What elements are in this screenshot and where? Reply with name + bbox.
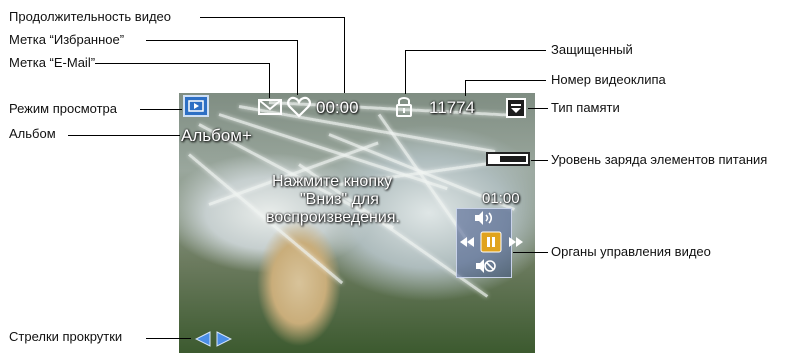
leader-line — [200, 17, 345, 18]
hint-line-1: Нажмите кнопку — [272, 173, 393, 190]
memory-card-icon — [506, 98, 526, 118]
heart-icon — [287, 96, 311, 118]
lock-icon — [396, 97, 412, 117]
leader-line — [140, 109, 182, 110]
leader-line — [344, 17, 345, 93]
battery-icon — [486, 152, 530, 166]
callout-album: Альбом — [9, 126, 56, 141]
album-name: Альбом+ — [181, 126, 252, 145]
leader-line — [405, 50, 406, 94]
callout-protected: Защищенный — [551, 42, 633, 57]
total-duration: 01:00 — [482, 190, 520, 207]
leader-line — [269, 63, 270, 98]
callout-battery-level: Уровень заряда элементов питания — [551, 152, 768, 167]
callout-scroll-arrows: Стрелки прокрутки — [9, 329, 123, 344]
callout-email-tag: Метка “E-Mail” — [9, 55, 96, 70]
leader-line — [528, 108, 548, 109]
leader-line — [95, 63, 270, 64]
callout-favorite-tag: Метка “Избранное” — [9, 32, 125, 47]
mute-icon[interactable] — [474, 258, 496, 274]
envelope-icon — [258, 99, 282, 115]
callout-clip-number: Номер видеоклипа — [551, 72, 666, 87]
leader-line — [146, 40, 298, 41]
leader-line — [297, 40, 298, 95]
elapsed-time: 00:00 — [316, 98, 359, 117]
arrow-left-icon[interactable] — [195, 331, 211, 347]
rewind-icon[interactable] — [459, 236, 475, 248]
callout-memory-type: Тип памяти — [551, 100, 620, 115]
leader-line — [513, 252, 548, 253]
callout-video-duration: Продолжительность видео — [9, 9, 172, 24]
leader-line — [68, 135, 180, 136]
leader-line — [465, 80, 466, 96]
leader-line — [531, 160, 548, 161]
hint-line-2: "Вниз" для — [300, 191, 379, 208]
fast-forward-icon[interactable] — [508, 236, 524, 248]
volume-up-icon[interactable] — [473, 210, 495, 226]
leader-line — [146, 338, 191, 339]
callout-review-mode: Режим просмотра — [9, 101, 117, 116]
arrow-right-icon[interactable] — [216, 331, 232, 347]
hint-line-3: воспроизведения. — [266, 209, 400, 226]
pause-icon[interactable] — [480, 231, 502, 253]
callout-video-controls: Органы управления видео — [551, 244, 711, 259]
review-mode-icon — [183, 95, 209, 117]
clip-number: 11774 — [429, 98, 476, 117]
leader-line — [465, 80, 546, 81]
leader-line — [405, 50, 546, 51]
